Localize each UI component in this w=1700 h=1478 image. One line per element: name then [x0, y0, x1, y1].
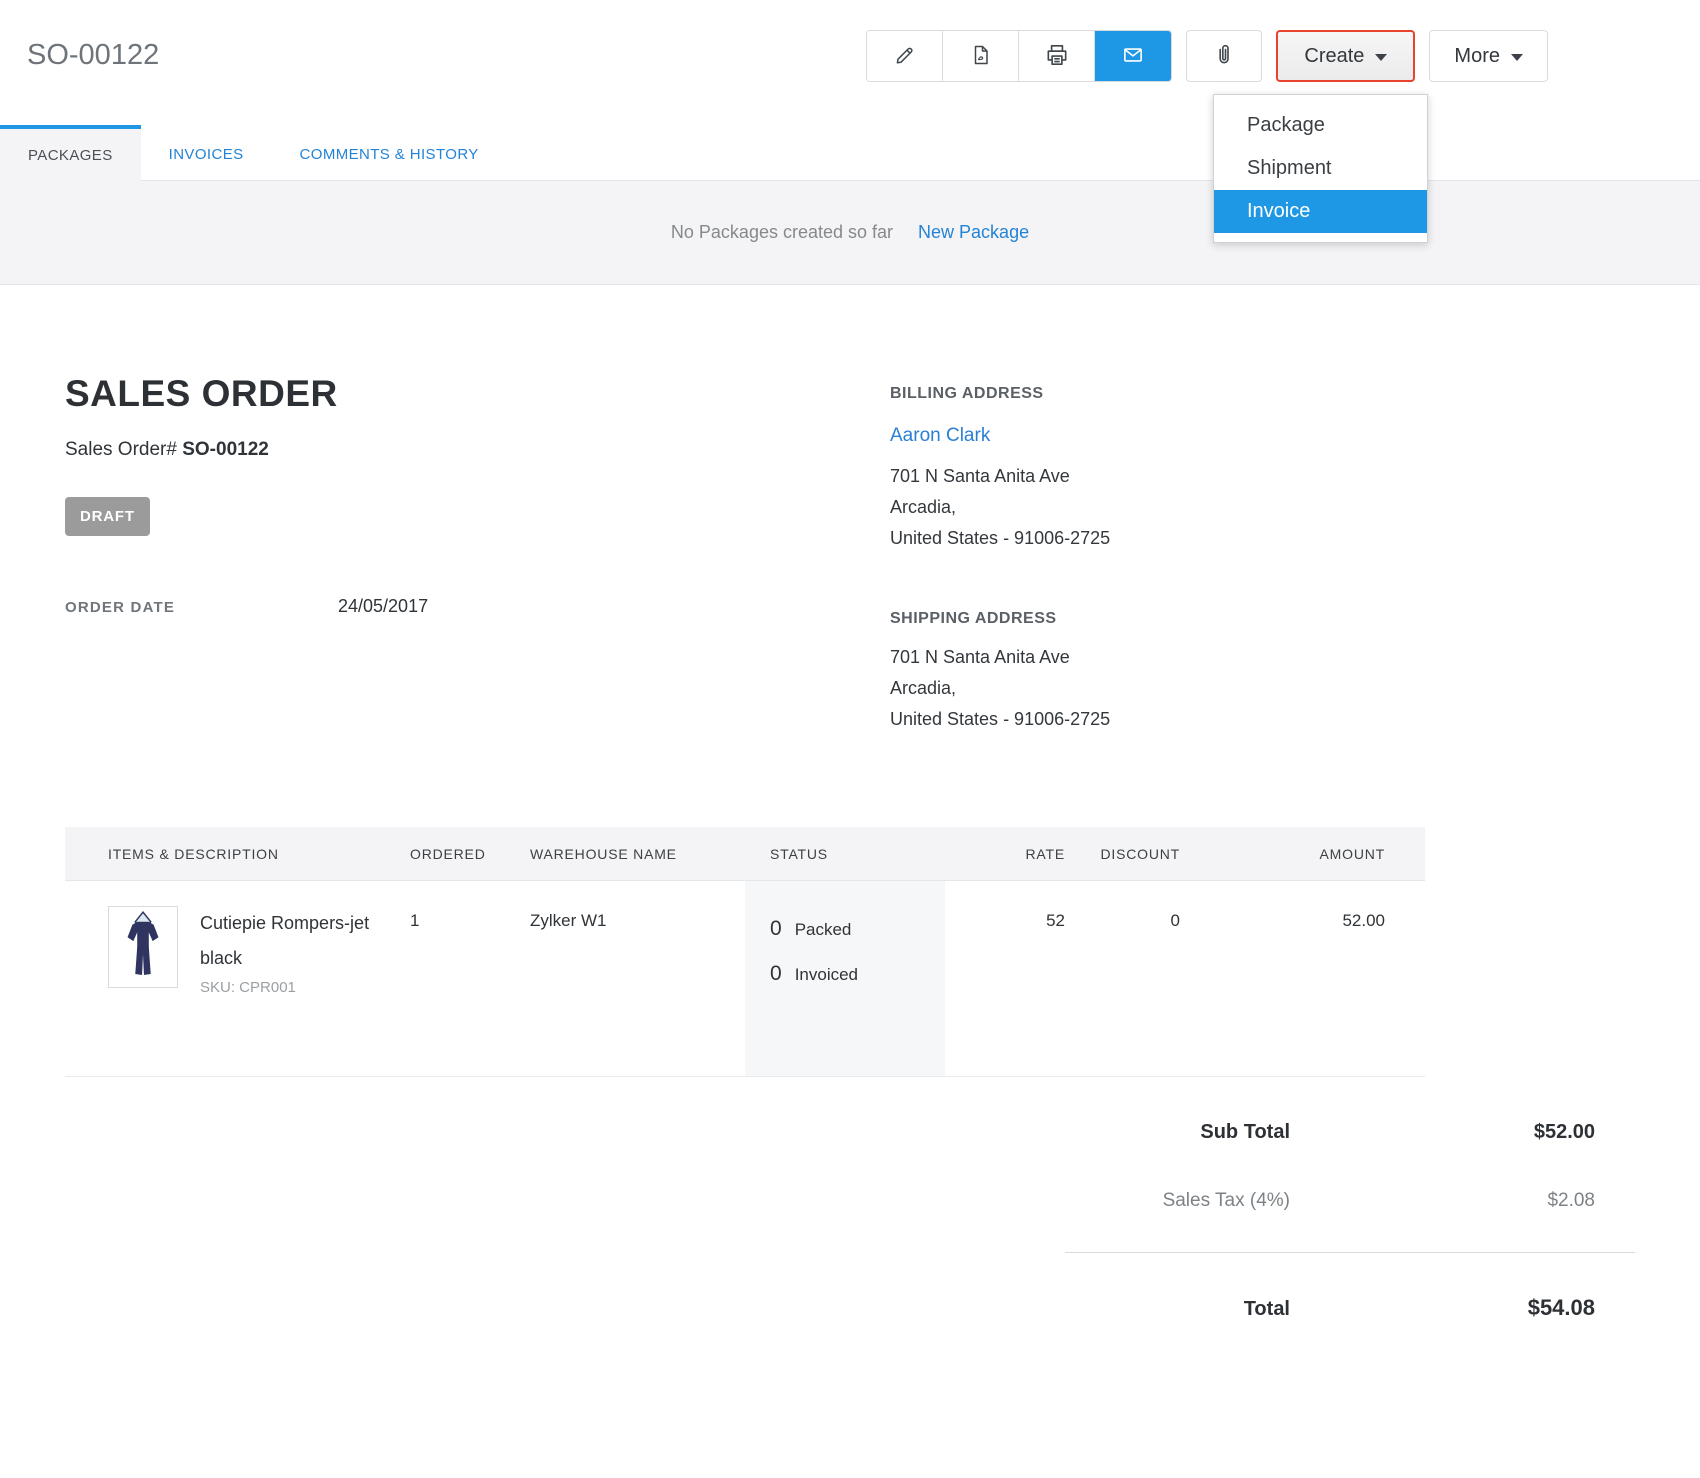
- tab-bar: PACKAGES INVOICES COMMENTS & HISTORY: [0, 125, 1700, 181]
- shipping-address-line: United States - 91006-2725: [890, 704, 1110, 735]
- pencil-icon: [893, 43, 917, 70]
- email-button[interactable]: [1095, 31, 1171, 81]
- printer-icon: [1044, 42, 1070, 71]
- create-dropdown-menu: Package Shipment Invoice: [1213, 94, 1428, 243]
- billing-address-line: United States - 91006-2725: [890, 523, 1110, 554]
- item-status-cell: 0 Packed 0 Invoiced: [745, 881, 945, 1076]
- status-badge: DRAFT: [65, 497, 150, 536]
- packages-empty-bar: No Packages created so far New Package: [0, 181, 1700, 285]
- billing-address-block: BILLING ADDRESS Aaron Clark 701 N Santa …: [890, 385, 1110, 554]
- item-warehouse: Zylker W1: [530, 881, 745, 1076]
- item-name: Cutiepie Rompers-jet black: [200, 906, 405, 976]
- chevron-down-icon: [1511, 54, 1523, 61]
- column-header-rate: RATE: [945, 846, 1065, 862]
- item-rate: 52: [945, 881, 1065, 1076]
- column-header-ordered: ORDERED: [410, 846, 530, 862]
- column-header-warehouse: WAREHOUSE NAME: [530, 846, 745, 862]
- pdf-button[interactable]: [943, 31, 1019, 81]
- shipping-address-lines: 701 N Santa Anita Ave Arcadia, United St…: [890, 642, 1110, 735]
- totals-section: Sub Total $52.00 Sales Tax (4%) $2.08 To…: [1065, 1077, 1635, 1381]
- menu-item-invoice[interactable]: Invoice: [1214, 190, 1427, 233]
- more-button[interactable]: More: [1429, 30, 1548, 82]
- billing-address-heading: BILLING ADDRESS: [890, 385, 1110, 403]
- attachment-button[interactable]: [1186, 30, 1262, 82]
- tab-packages[interactable]: PACKAGES: [0, 125, 141, 181]
- total-row: Total $54.08: [1065, 1295, 1635, 1321]
- paperclip-icon: [1211, 42, 1237, 71]
- sales-tax-value: $2.08: [1290, 1190, 1635, 1212]
- chevron-down-icon: [1375, 54, 1387, 61]
- item-amount: 52.00: [1180, 881, 1425, 1076]
- tab-comments-history-label: COMMENTS & HISTORY: [300, 146, 479, 163]
- menu-item-shipment[interactable]: Shipment: [1214, 147, 1427, 190]
- status-invoiced: 0 Invoiced: [770, 962, 945, 986]
- billing-address-line: Arcadia,: [890, 492, 1110, 523]
- packed-label: Packed: [795, 920, 852, 940]
- tab-invoices[interactable]: INVOICES: [141, 125, 272, 180]
- billing-address-line: 701 N Santa Anita Ave: [890, 461, 1110, 492]
- shipping-address-line: Arcadia,: [890, 673, 1110, 704]
- toolbar: Create More: [866, 30, 1548, 82]
- shipping-address-heading: SHIPPING ADDRESS: [890, 610, 1110, 628]
- order-number-label: Sales Order#: [65, 439, 177, 460]
- romper-product-image: [114, 909, 172, 986]
- create-button-label: Create: [1304, 45, 1364, 68]
- packed-count: 0: [770, 917, 782, 941]
- totals-divider: [1065, 1252, 1635, 1253]
- top-bar: SO-00122: [0, 0, 1700, 125]
- billing-address-lines: 701 N Santa Anita Ave Arcadia, United St…: [890, 461, 1110, 554]
- order-number-value: SO-00122: [182, 439, 269, 460]
- column-header-amount: AMOUNT: [1180, 846, 1425, 862]
- invoiced-label: Invoiced: [795, 965, 858, 985]
- order-date-label: ORDER DATE: [65, 599, 338, 616]
- item-description: Cutiepie Rompers-jet black SKU: CPR001: [200, 906, 405, 1076]
- total-label: Total: [1065, 1298, 1290, 1321]
- status-packed: 0 Packed: [770, 917, 945, 941]
- tab-packages-label: PACKAGES: [28, 147, 113, 164]
- subtotal-label: Sub Total: [1065, 1121, 1290, 1144]
- item-ordered-qty: 1: [410, 881, 530, 1076]
- column-header-discount: DISCOUNT: [1065, 846, 1180, 862]
- column-header-items: ITEMS & DESCRIPTION: [65, 846, 410, 862]
- subtotal-value: $52.00: [1290, 1121, 1635, 1144]
- edit-button[interactable]: [867, 31, 943, 81]
- shipping-address-block: SHIPPING ADDRESS 701 N Santa Anita Ave A…: [890, 610, 1110, 735]
- subtotal-row: Sub Total $52.00: [1065, 1121, 1635, 1144]
- order-date-row: ORDER DATE 24/05/2017: [65, 596, 890, 617]
- billing-contact-link[interactable]: Aaron Clark: [890, 425, 1110, 447]
- order-date-value: 24/05/2017: [338, 596, 428, 617]
- menu-item-package[interactable]: Package: [1214, 104, 1427, 147]
- total-value: $54.08: [1290, 1295, 1635, 1321]
- items-table-header: ITEMS & DESCRIPTION ORDERED WAREHOUSE NA…: [65, 827, 1425, 881]
- new-package-link[interactable]: New Package: [918, 222, 1029, 243]
- shipping-address-line: 701 N Santa Anita Ave: [890, 642, 1110, 673]
- document-title: SALES ORDER: [65, 373, 890, 415]
- sales-tax-row: Sales Tax (4%) $2.08: [1065, 1190, 1635, 1212]
- pdf-file-icon: [969, 43, 993, 70]
- tab-invoices-label: INVOICES: [169, 146, 244, 163]
- no-packages-text: No Packages created so far: [671, 222, 893, 243]
- tab-comments-history[interactable]: COMMENTS & HISTORY: [272, 125, 507, 180]
- action-button-group: [866, 30, 1172, 82]
- create-button[interactable]: Create: [1276, 30, 1415, 82]
- items-table: ITEMS & DESCRIPTION ORDERED WAREHOUSE NA…: [65, 827, 1425, 1077]
- sales-order-document: SALES ORDER Sales Order# SO-00122 DRAFT …: [0, 373, 1700, 1381]
- product-thumbnail: [108, 906, 178, 988]
- more-button-label: More: [1454, 45, 1500, 68]
- table-row: Cutiepie Rompers-jet black SKU: CPR001 1…: [65, 881, 1425, 1077]
- sales-tax-label: Sales Tax (4%): [1065, 1190, 1290, 1212]
- envelope-icon: [1120, 42, 1146, 71]
- invoiced-count: 0: [770, 962, 782, 986]
- item-sku: SKU: CPR001: [200, 979, 405, 996]
- order-number-line: Sales Order# SO-00122: [65, 439, 890, 461]
- print-button[interactable]: [1019, 31, 1095, 81]
- page-title: SO-00122: [27, 30, 159, 80]
- column-header-status: STATUS: [745, 846, 945, 862]
- item-discount: 0: [1065, 881, 1180, 1076]
